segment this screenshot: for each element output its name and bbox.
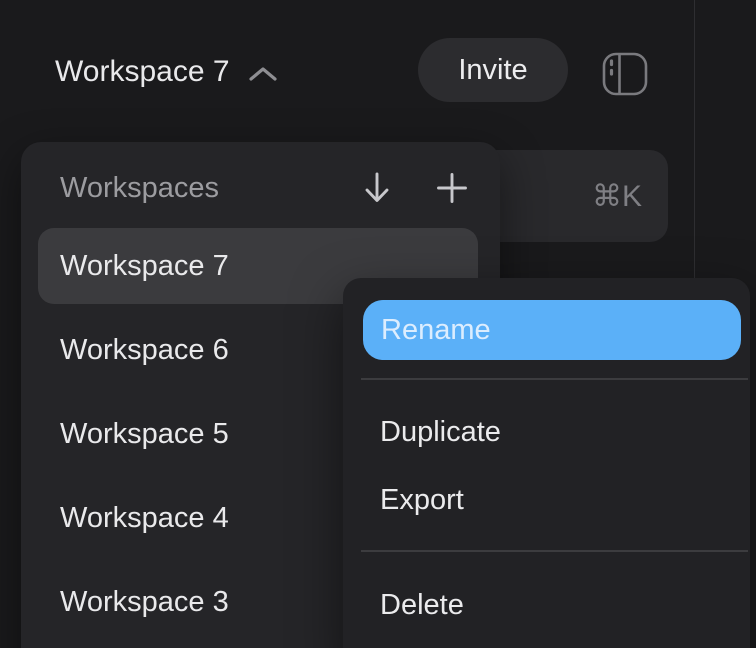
workspace-context-menu: Rename Duplicate Export Delete <box>343 278 750 648</box>
workspace-item-label: Workspace 4 <box>60 502 229 535</box>
invite-button[interactable]: Invite <box>418 38 568 102</box>
plus-icon <box>437 173 467 203</box>
arrow-down-icon <box>363 171 391 205</box>
workspace-item-label: Workspace 5 <box>60 418 229 451</box>
workspace-item-label: Workspace 7 <box>60 250 229 283</box>
menu-item-label: Rename <box>381 314 491 347</box>
workspace-switcher[interactable]: Workspace 7 <box>55 52 278 92</box>
menu-item-export[interactable]: Export <box>343 468 750 532</box>
menu-item-label: Duplicate <box>380 416 501 449</box>
workspace-title: Workspace 7 <box>55 52 230 92</box>
menu-divider <box>361 378 748 380</box>
menu-divider <box>361 550 748 552</box>
menu-item-label: Delete <box>380 589 464 622</box>
workspace-item-label: Workspace 3 <box>60 586 229 619</box>
command-k-shortcut: ⌘K <box>592 179 642 214</box>
sidebar-toggle-icon <box>602 52 648 96</box>
workspace-item-label: Workspace 6 <box>60 334 229 367</box>
invite-label: Invite <box>458 54 527 87</box>
menu-item-label: Export <box>380 484 464 517</box>
workspaces-header-label: Workspaces <box>60 172 363 205</box>
sidebar-toggle-button[interactable] <box>602 52 648 96</box>
app-root: Workspace 7 Invite ⌘K Workspaces <box>0 0 756 648</box>
chevron-up-icon <box>248 65 278 83</box>
add-workspace-button[interactable] <box>437 173 467 203</box>
dropdown-header: Workspaces <box>60 162 467 214</box>
menu-item-delete[interactable]: Delete <box>343 569 750 641</box>
sort-workspaces-button[interactable] <box>363 171 391 205</box>
menu-item-rename[interactable]: Rename <box>363 300 741 360</box>
menu-item-duplicate[interactable]: Duplicate <box>343 396 750 468</box>
